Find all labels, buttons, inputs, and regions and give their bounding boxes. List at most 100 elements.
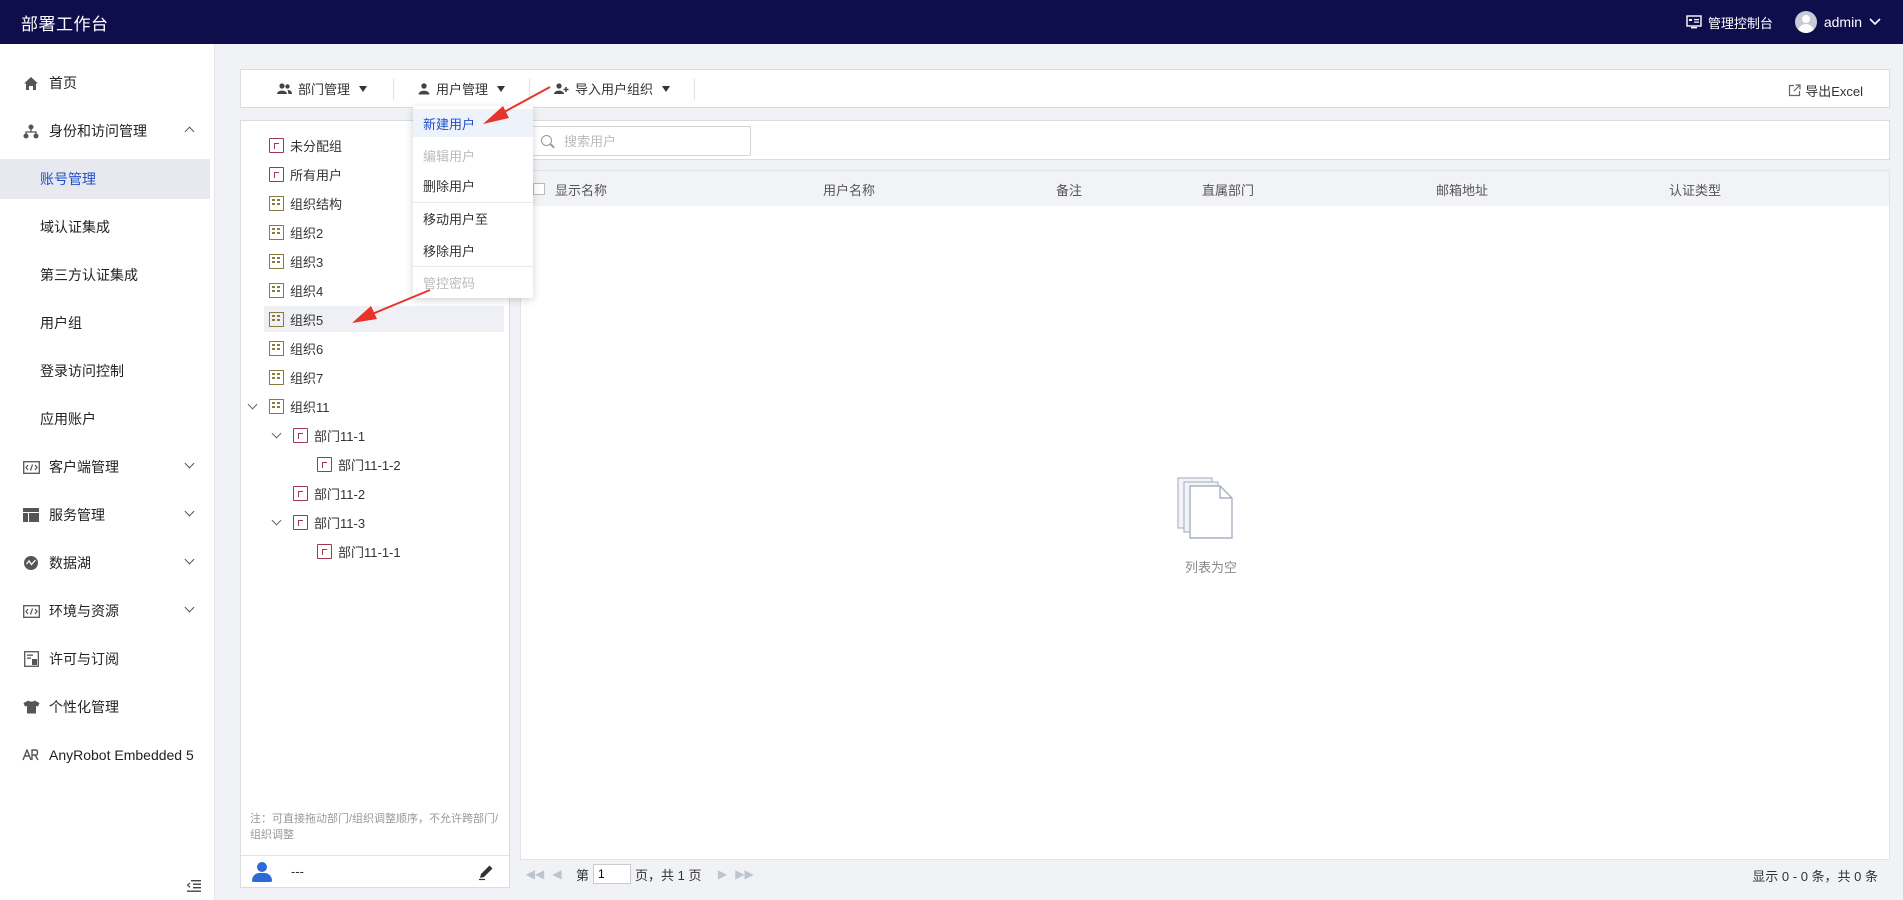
group-icon (293, 485, 308, 501)
shirt-icon (22, 698, 40, 716)
search-icon (541, 135, 552, 146)
tree-node[interactable]: 组织11 (269, 393, 504, 419)
code-window-icon (22, 602, 40, 620)
building-icon (269, 282, 284, 298)
sidebar-item-home[interactable]: 首页 (0, 63, 215, 103)
tree-node[interactable]: 组织7 (269, 364, 504, 390)
caret-down-icon (359, 85, 368, 92)
tree-node[interactable]: 部门11-3 (293, 509, 504, 535)
sidebar-item-client-mgmt[interactable]: 客户端管理 (0, 447, 215, 487)
table-icon (22, 506, 40, 524)
sidebar-item-anyrobot[interactable]: AnyRobot Embedded 5 (0, 735, 215, 775)
tree-node[interactable]: 部门11-1 (293, 422, 504, 448)
user-table: 显示名称 用户名称 备注 直属部门 邮箱地址 认证类型 列表为空 (520, 170, 1890, 860)
sidebar-subitem-user-groups[interactable]: 用户组 (0, 303, 215, 343)
sidebar-item-label: 首页 (49, 75, 77, 91)
empty-list-icon (1177, 477, 1233, 539)
menu-item-delete-user[interactable]: 删除用户 (413, 171, 533, 199)
menu-item-edit-user[interactable]: 编辑用户 (413, 141, 533, 169)
sidebar-item-label: 身份和访问管理 (49, 123, 147, 139)
tree-node[interactable]: 部门11-1-1 (317, 538, 504, 564)
column-header[interactable]: 认证类型 (1669, 180, 1721, 199)
column-header[interactable]: 直属部门 (1202, 180, 1254, 199)
sidebar-item-personalize[interactable]: 个性化管理 (0, 687, 215, 727)
building-icon (269, 369, 284, 385)
menu-item-new-user[interactable]: 新建用户 (413, 109, 533, 137)
page-summary: 显示 0 - 0 条，共 0 条 (1752, 869, 1878, 884)
building-icon (269, 398, 284, 414)
user-add-icon (554, 82, 569, 94)
menu-item-remove-user[interactable]: 移除用户 (413, 236, 533, 264)
user-mgmt-button[interactable]: 用户管理 (394, 77, 531, 100)
sidebar-subitem-label: 用户组 (40, 315, 82, 331)
home-icon (22, 74, 40, 92)
datalake-icon (22, 554, 40, 572)
tree-node-label: 所有用户 (290, 167, 343, 183)
tree-node[interactable]: 部门11-1-2 (317, 451, 504, 477)
sidebar-item-label: 环境与资源 (49, 603, 119, 619)
sidebar-subitem-accounts[interactable]: 账号管理 (0, 159, 210, 199)
group-icon (269, 137, 284, 153)
tree-node-label: 部门11-2 (314, 486, 366, 502)
pencil-icon[interactable] (477, 863, 495, 881)
column-header[interactable]: 用户名称 (823, 180, 875, 199)
user-menu[interactable]: admin (1794, 11, 1881, 33)
tree-node-label: 部门11-1-2 (338, 457, 401, 473)
dept-mgmt-button[interactable]: 部门管理 (241, 77, 395, 100)
sidebar-subitem-third-party-auth[interactable]: 第三方认证集成 (0, 255, 215, 295)
code-window-icon (22, 458, 40, 476)
sidebar-item-identity[interactable]: 身份和访问管理 (0, 111, 215, 151)
org-chart-icon (22, 122, 40, 140)
sidebar-item-label: 客户端管理 (49, 459, 119, 475)
console-link[interactable]: 管理控制台 (1686, 13, 1773, 32)
page-suffix: 页，共 1 页 (635, 867, 702, 883)
console-label: 管理控制台 (1707, 15, 1773, 31)
tree-node-label: 部门11-1-1 (338, 544, 401, 560)
sidebar-item-environment[interactable]: 环境与资源 (0, 591, 215, 631)
search-input[interactable] (531, 126, 751, 156)
page-number-input[interactable] (593, 864, 632, 884)
sidebar-item-license[interactable]: 许可与订阅 (0, 639, 215, 679)
pagination: ◀◀ ◀ 第 页，共 1 页 ▶ ▶▶ 显示 0 - 0 条，共 0 条 (520, 860, 1890, 888)
tree-expand-toggle[interactable] (271, 428, 282, 439)
sidebar-item-label: 个性化管理 (49, 699, 119, 715)
group-icon (269, 166, 284, 182)
sidebar-subitem-domain-auth[interactable]: 域认证集成 (0, 207, 215, 247)
chevron-down-icon (184, 506, 195, 517)
chevron-down-icon (184, 458, 195, 469)
sidebar-item-datalake[interactable]: 数据湖 (0, 543, 215, 583)
user-name: admin (1823, 14, 1862, 30)
sidebar-item-service-mgmt[interactable]: 服务管理 (0, 495, 215, 535)
sidebar: 首页 身份和访问管理 账号管理 域认证集成 第三方认证集成 用户组 登录访问控制… (0, 44, 215, 900)
first-page-icon[interactable]: ◀◀ (526, 867, 544, 881)
export-excel-button[interactable]: 导出Excel (1788, 81, 1863, 100)
column-header[interactable]: 备注 (1056, 180, 1082, 199)
prev-page-icon[interactable]: ◀ (550, 867, 564, 881)
building-icon (269, 311, 284, 327)
sidebar-subitem-login-access[interactable]: 登录访问控制 (0, 351, 215, 391)
tree-expand-toggle[interactable] (247, 399, 258, 410)
tree-drag-note: 注：可直接拖动部门/组织调整顺序，不允许跨部门/组织调整 (250, 813, 499, 841)
select-all-checkbox[interactable] (533, 183, 545, 195)
chevron-down-icon (1869, 18, 1881, 26)
collapse-sidebar-icon[interactable] (187, 880, 201, 892)
last-page-icon[interactable]: ▶▶ (735, 867, 753, 881)
menu-item-move-user[interactable]: 移动用户至 (413, 204, 533, 232)
table-header: 显示名称 用户名称 备注 直属部门 邮箱地址 认证类型 (521, 171, 1889, 206)
toolbar: 部门管理 用户管理 导入用户组织 导出Excel (240, 69, 1890, 108)
column-header[interactable]: 显示名称 (555, 180, 607, 199)
next-page-icon[interactable]: ▶ (715, 867, 729, 881)
tree-expand-toggle[interactable] (271, 515, 282, 526)
sidebar-item-label: 数据湖 (49, 555, 91, 571)
tree-node[interactable]: 组织6 (269, 335, 504, 361)
menu-item-control-password[interactable]: 管控密码 (413, 268, 533, 296)
tree-node-selected[interactable]: 组织5 (264, 306, 504, 332)
menu-divider (413, 266, 533, 267)
import-org-button[interactable]: 导入用户组织 (530, 77, 696, 100)
building-icon (269, 195, 284, 211)
column-header[interactable]: 邮箱地址 (1436, 180, 1488, 199)
license-icon (22, 650, 40, 668)
tree-node[interactable]: 部门11-2 (293, 480, 504, 506)
user-mgmt-dropdown: 新建用户 编辑用户 删除用户 移动用户至 移除用户 管控密码 (413, 106, 533, 298)
sidebar-subitem-app-accounts[interactable]: 应用账户 (0, 399, 215, 439)
